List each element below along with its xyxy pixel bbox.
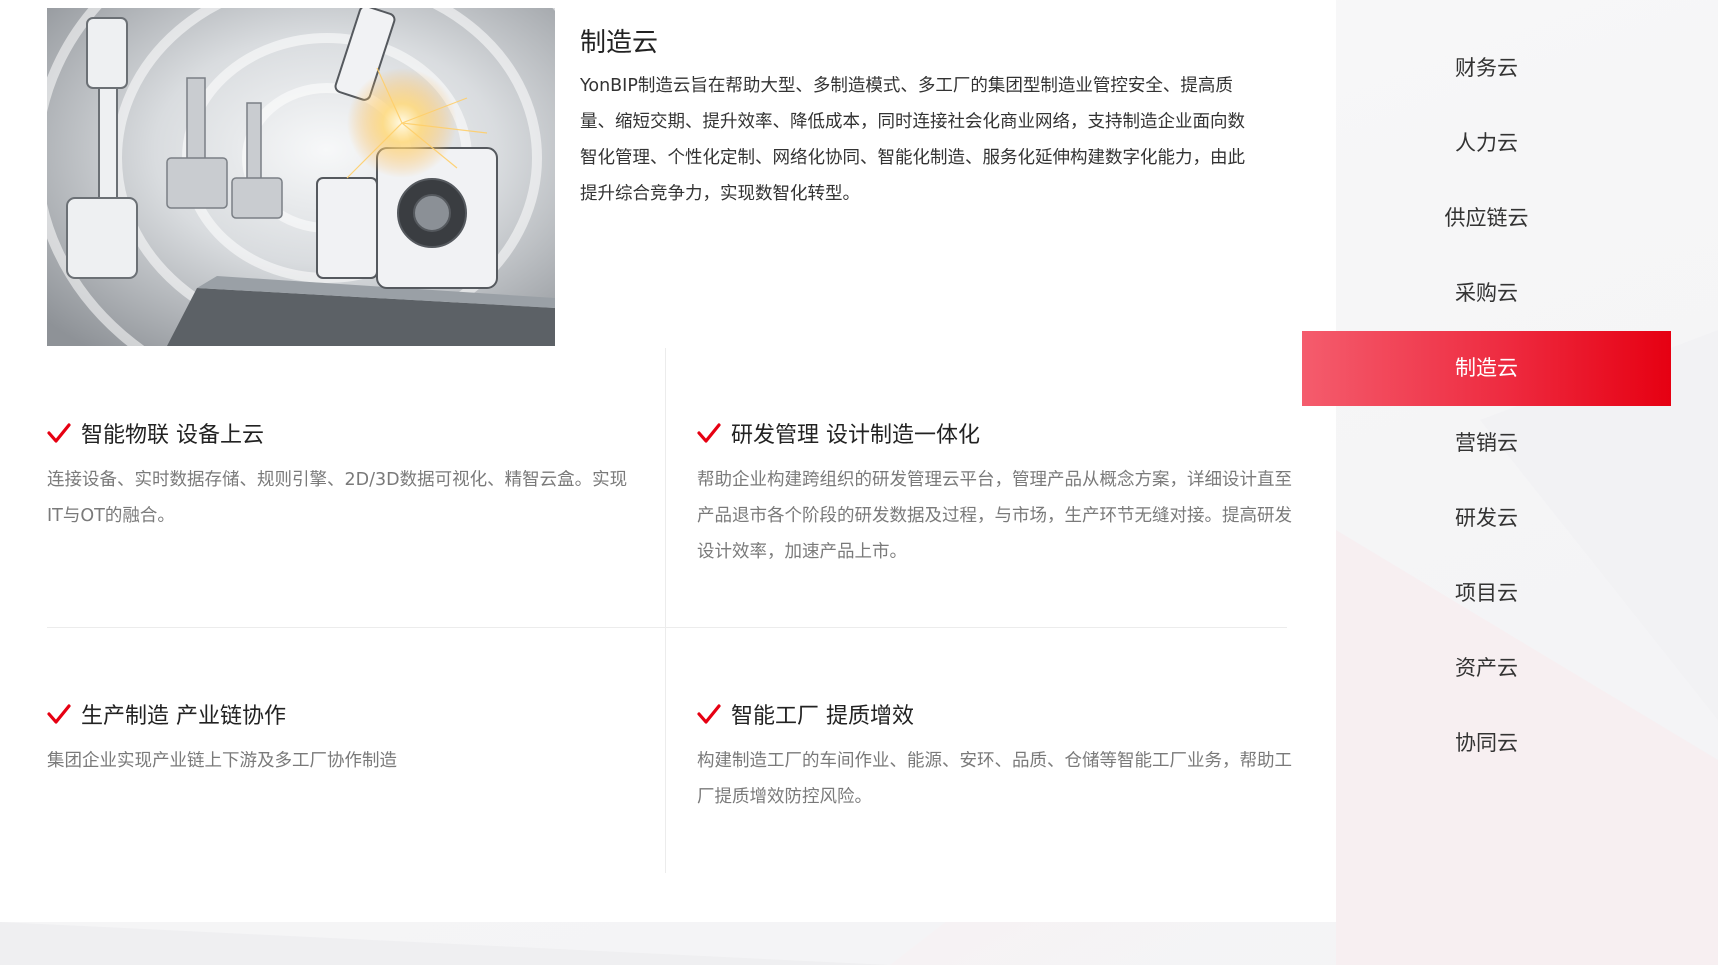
feature-title: 智能工厂 提质增效 — [731, 704, 914, 729]
horizontal-divider — [47, 627, 1287, 628]
cloud-product-nav: 财务云 人力云 供应链云 采购云 制造云 营销云 研发云 项目云 资产云 协同云 — [1302, 31, 1671, 781]
nav-item-procurement-cloud[interactable]: 采购云 — [1302, 256, 1671, 331]
nav-item-rnd-cloud[interactable]: 研发云 — [1302, 481, 1671, 556]
feature-title: 研发管理 设计制造一体化 — [731, 423, 980, 448]
feature-description: 构建制造工厂的车间作业、能源、安环、品质、仓储等智能工厂业务，帮助工厂提质增效防… — [697, 751, 1292, 807]
nav-item-supply-chain-cloud[interactable]: 供应链云 — [1302, 181, 1671, 256]
feature-description: 连接设备、实时数据存储、规则引擎、2D/3D数据可视化、精智云盒。实现IT与OT… — [47, 470, 628, 526]
feature-header: 智能物联 设备上云 — [47, 418, 637, 448]
check-icon — [47, 423, 71, 443]
feature-card: 研发管理 设计制造一体化 帮助企业构建跨组织的研发管理云平台，管理产品从概念方案… — [697, 418, 1297, 570]
feature-header: 研发管理 设计制造一体化 — [697, 418, 1297, 448]
feature-description: 集团企业实现产业链上下游及多工厂协作制造 — [47, 751, 397, 771]
feature-description: 帮助企业构建跨组织的研发管理云平台，管理产品从概念方案，详细设计直至产品退市各个… — [697, 470, 1292, 562]
nav-item-manufacturing-cloud[interactable]: 制造云 — [1302, 331, 1671, 406]
section-title: 制造云 — [580, 28, 659, 58]
nav-item-finance-cloud[interactable]: 财务云 — [1302, 31, 1671, 106]
factory-robot-image — [47, 8, 555, 346]
factory-illustration — [47, 8, 555, 346]
feature-card: 智能物联 设备上云 连接设备、实时数据存储、规则引擎、2D/3D数据可视化、精智… — [47, 418, 637, 534]
feature-card: 生产制造 产业链协作 集团企业实现产业链上下游及多工厂协作制造 — [47, 699, 637, 779]
section-description: YonBIP制造云旨在帮助大型、多制造模式、多工厂的集团型制造业管控安全、提高质… — [580, 76, 1245, 204]
feature-header: 生产制造 产业链协作 — [47, 699, 637, 729]
feature-header: 智能工厂 提质增效 — [697, 699, 1297, 729]
nav-item-project-cloud[interactable]: 项目云 — [1302, 556, 1671, 631]
nav-item-collaboration-cloud[interactable]: 协同云 — [1302, 706, 1671, 781]
feature-title: 智能物联 设备上云 — [81, 423, 264, 448]
feature-card: 智能工厂 提质增效 构建制造工厂的车间作业、能源、安环、品质、仓储等智能工厂业务… — [697, 699, 1297, 815]
feature-title: 生产制造 产业链协作 — [81, 704, 286, 729]
nav-item-marketing-cloud[interactable]: 营销云 — [1302, 406, 1671, 481]
check-icon — [47, 704, 71, 724]
content-panel: 制造云 YonBIP制造云旨在帮助大型、多制造模式、多工厂的集团型制造业管控安全… — [0, 0, 1336, 922]
check-icon — [697, 423, 721, 443]
nav-item-hr-cloud[interactable]: 人力云 — [1302, 106, 1671, 181]
nav-item-asset-cloud[interactable]: 资产云 — [1302, 631, 1671, 706]
vertical-divider — [665, 348, 666, 873]
check-icon — [697, 704, 721, 724]
